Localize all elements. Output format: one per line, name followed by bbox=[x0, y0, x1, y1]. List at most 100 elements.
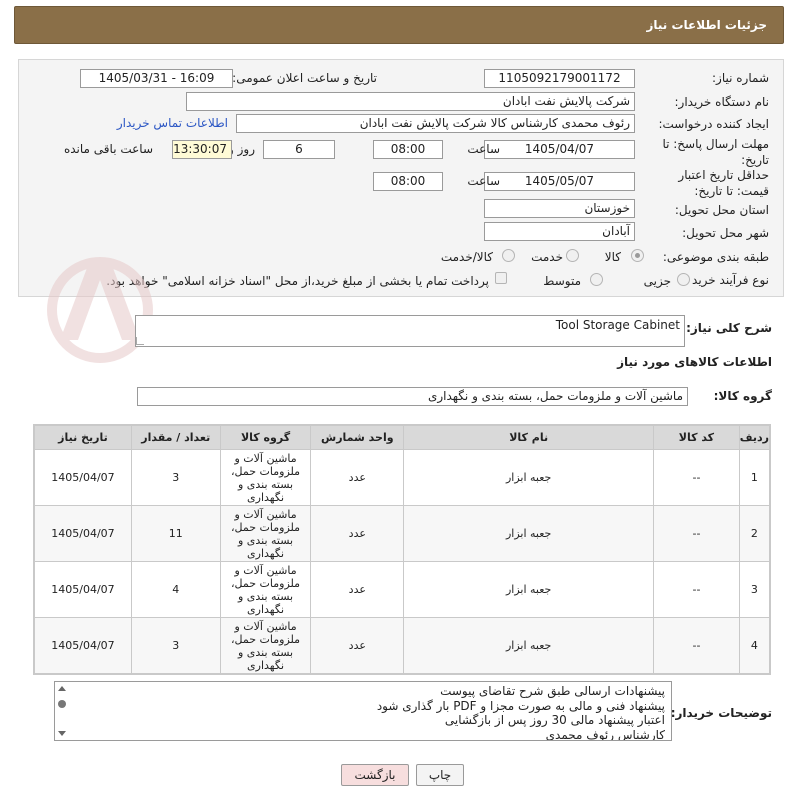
goods-table: ردیف کد کالا نام کالا واحد شمارش گروه کا… bbox=[33, 424, 771, 675]
city-label: شهر محل تحویل: bbox=[682, 226, 769, 240]
buyer-contact-link[interactable]: اطلاعات تماس خریدار bbox=[117, 116, 228, 130]
col-unit: واحد شمارش bbox=[310, 425, 405, 450]
item-need-date: 1405/04/07 bbox=[34, 561, 132, 618]
item-code: -- bbox=[653, 449, 740, 506]
category-radio-goods-service[interactable] bbox=[502, 249, 515, 262]
category-radio-goods[interactable] bbox=[631, 249, 644, 262]
need-number-label: شماره نیاز: bbox=[712, 71, 769, 85]
process-option-minor: جزیی bbox=[643, 274, 671, 288]
item-unit: عدد bbox=[310, 617, 405, 674]
process-label: نوع فرآیند خرید : bbox=[684, 273, 769, 287]
price-validity-label: حداقل تاریخ اعتبار قیمت: تا تاریخ: bbox=[678, 168, 769, 198]
table-row: 3 -- جعبه ابزار عدد ماشین آلات و ملزومات… bbox=[34, 561, 771, 618]
city-field: آبادان bbox=[484, 222, 635, 241]
resize-handle-icon[interactable] bbox=[136, 337, 144, 345]
buyer-notes-field[interactable]: پیشنهادات ارسالی طبق شرح تقاضای پیوست پی… bbox=[54, 681, 672, 741]
col-row-number: ردیف bbox=[738, 425, 771, 450]
table-row: 2 -- جعبه ابزار عدد ماشین آلات و ملزومات… bbox=[34, 505, 771, 562]
item-quantity: 11 bbox=[130, 505, 221, 562]
item-group: ماشین آلات و ملزومات حمل، بسته بندی و نگ… bbox=[219, 617, 312, 674]
col-quantity: تعداد / مقدار bbox=[130, 425, 221, 450]
scroll-down-icon bbox=[58, 731, 66, 736]
item-need-date: 1405/04/07 bbox=[34, 505, 132, 562]
scroll-up-icon bbox=[58, 686, 66, 691]
col-need-date: تاریخ نیاز bbox=[34, 425, 132, 450]
item-quantity: 4 bbox=[130, 561, 221, 618]
item-name: جعبه ابزار bbox=[403, 617, 655, 674]
buyer-org-label: نام دستگاه خریدار: bbox=[674, 95, 770, 109]
category-radio-service[interactable] bbox=[566, 249, 579, 262]
row-number: 2 bbox=[738, 505, 771, 562]
item-quantity: 3 bbox=[130, 617, 221, 674]
treasury-payment-text: پرداخت تمام یا بخشی از مبلغ خرید،از محل … bbox=[106, 274, 489, 288]
item-code: -- bbox=[653, 617, 740, 674]
description-field: Tool Storage Cabinet bbox=[135, 315, 685, 347]
col-item-name: نام کالا bbox=[403, 425, 655, 450]
requester-field: رئوف محمدی کارشناس کالا شرکت پالایش نفت … bbox=[236, 114, 635, 133]
goods-group-label: گروه کالا: bbox=[713, 389, 772, 403]
goods-section-title: اطلاعات کالاهای مورد نیاز bbox=[617, 355, 772, 369]
table-row: 4 -- جعبه ابزار عدد ماشین آلات و ملزومات… bbox=[34, 617, 771, 674]
remaining-time-field: 13:30:07 bbox=[172, 140, 232, 159]
item-need-date: 1405/04/07 bbox=[34, 449, 132, 506]
row-number: 4 bbox=[738, 617, 771, 674]
note-line: اعتبار پیشنهاد مالی 30 روز پس از بازگشای… bbox=[444, 713, 665, 727]
item-unit: عدد bbox=[310, 505, 405, 562]
process-option-medium: متوسط bbox=[543, 274, 581, 288]
category-option-goods: کالا bbox=[604, 250, 621, 264]
page-header: جزئیات اطلاعات نیاز bbox=[14, 6, 784, 44]
reply-time-label: ساعت bbox=[467, 142, 500, 156]
scroll-thumb bbox=[58, 700, 66, 708]
reply-time-field: 08:00 bbox=[373, 140, 443, 159]
table-header-row: ردیف کد کالا نام کالا واحد شمارش گروه کا… bbox=[34, 425, 771, 450]
item-name: جعبه ابزار bbox=[403, 505, 655, 562]
days-remaining-field: 6 bbox=[263, 140, 335, 159]
remaining-label: ساعت باقی مانده bbox=[63, 142, 153, 156]
item-name: جعبه ابزار bbox=[403, 449, 655, 506]
item-unit: عدد bbox=[310, 449, 405, 506]
item-name: جعبه ابزار bbox=[403, 561, 655, 618]
announce-datetime-field: 1405/03/31 - 16:09 bbox=[80, 69, 233, 88]
category-option-service: خدمت bbox=[531, 250, 563, 264]
treasury-checkbox[interactable] bbox=[495, 272, 507, 284]
row-number: 1 bbox=[738, 449, 771, 506]
price-time-field: 08:00 bbox=[373, 172, 443, 191]
item-code: -- bbox=[653, 505, 740, 562]
process-radio-minor[interactable] bbox=[677, 273, 690, 286]
province-label: استان محل تحویل: bbox=[674, 203, 769, 217]
description-value: Tool Storage Cabinet bbox=[555, 318, 680, 332]
item-group: ماشین آلات و ملزومات حمل، بسته بندی و نگ… bbox=[219, 449, 312, 506]
announce-label: تاریخ و ساعت اعلان عمومی: bbox=[232, 71, 377, 85]
col-group: گروه کالا bbox=[219, 425, 312, 450]
table-row: 1 -- جعبه ابزار عدد ماشین آلات و ملزومات… bbox=[34, 449, 771, 506]
days-label: روز و bbox=[228, 142, 255, 156]
item-code: -- bbox=[653, 561, 740, 618]
process-radio-medium[interactable] bbox=[590, 273, 603, 286]
notes-scrollbar[interactable] bbox=[55, 682, 69, 740]
goods-group-field: ماشین آلات و ملزومات حمل، بسته بندی و نگ… bbox=[137, 387, 688, 406]
price-date-field: 1405/05/07 bbox=[484, 172, 635, 191]
buyer-org-field: شرکت پالایش نفت ابادان bbox=[186, 92, 635, 111]
details-panel: شماره نیاز: 1105092179001172 تاریخ و ساع… bbox=[18, 59, 784, 297]
item-group: ماشین آلات و ملزومات حمل، بسته بندی و نگ… bbox=[219, 561, 312, 618]
item-need-date: 1405/04/07 bbox=[34, 617, 132, 674]
item-quantity: 3 bbox=[130, 449, 221, 506]
col-item-code: کد کالا bbox=[653, 425, 740, 450]
item-unit: عدد bbox=[310, 561, 405, 618]
note-line: کارشناس رئوف محمدی bbox=[545, 727, 665, 741]
price-time-label: ساعت bbox=[467, 174, 500, 188]
item-group: ماشین آلات و ملزومات حمل، بسته بندی و نگ… bbox=[219, 505, 312, 562]
reply-deadline-label: مهلت ارسال پاسخ: تا تاریخ: bbox=[662, 137, 769, 167]
category-option-goods-service: کالا/خدمت bbox=[440, 250, 493, 264]
requester-label: ایجاد کننده درخواست: bbox=[658, 117, 769, 131]
note-line: پیشنهاد فنی و مالی به صورت مجزا و PDF با… bbox=[376, 698, 665, 713]
note-line: پیشنهادات ارسالی طبق شرح تقاضای پیوست bbox=[440, 684, 665, 698]
need-number-field: 1105092179001172 bbox=[484, 69, 635, 88]
reply-date-field: 1405/04/07 bbox=[484, 140, 635, 159]
province-field: خوزستان bbox=[484, 199, 635, 218]
description-label: شرح کلی نیاز: bbox=[686, 321, 772, 335]
back-button[interactable]: بازگشت bbox=[341, 764, 409, 786]
print-button[interactable]: چاپ bbox=[416, 764, 464, 786]
buyer-notes-label: توضیحات خریدار: bbox=[670, 706, 772, 720]
page-title: جزئیات اطلاعات نیاز bbox=[646, 18, 767, 32]
